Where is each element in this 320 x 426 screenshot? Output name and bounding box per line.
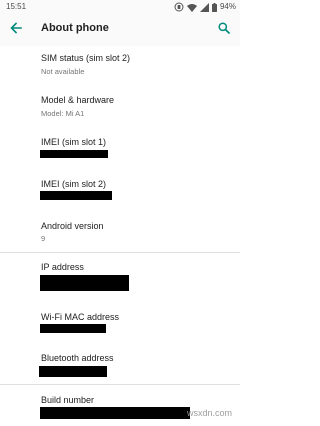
list-item-imei-slot-2[interactable]: IMEI (sim slot 2) [0,172,240,212]
model-hardware-summary: Model: Mi A1 [41,109,85,118]
status-time: 15:51 [6,2,27,11]
redacted-imei-slot-1 [40,150,108,158]
battery-percentage: 94% [219,2,236,11]
imei-slot-2-label: IMEI (sim slot 2) [41,179,107,189]
sim-status-label: SIM status (sim slot 2) [41,53,131,63]
wifi-icon [186,3,197,12]
redacted-build-number [40,407,190,419]
battery-icon [211,2,217,12]
list-item-bluetooth-address[interactable]: Bluetooth address [0,348,240,388]
list-item-imei-slot-1[interactable]: IMEI (sim slot 1) [0,130,240,170]
imei-slot-1-label: IMEI (sim slot 1) [41,137,107,147]
section-divider [0,384,240,385]
model-hardware-label: Model & hardware [41,95,115,105]
arrow-back-icon [10,21,22,39]
redacted-wifi-mac [40,324,106,333]
toolbar: About phone [0,14,240,46]
list-item-sim-status[interactable]: SIM status (sim slot 2) Not available [0,47,240,87]
page-title: About phone [41,22,109,34]
build-number-label: Build number [41,395,95,405]
search-icon [218,21,230,39]
wifi-mac-label: Wi-Fi MAC address [41,312,120,322]
bluetooth-address-label: Bluetooth address [41,353,114,363]
signal-icon [199,2,209,12]
ip-address-label: IP address [41,262,84,272]
android-version-summary: 9 [41,234,46,243]
section-divider [0,252,240,253]
list-item-model-hardware[interactable]: Model & hardware Model: Mi A1 [0,88,240,128]
redacted-ip-address [40,275,129,291]
android-version-label: Android version [41,221,104,231]
status-bar: 15:51 94% [0,0,240,14]
sim-status-summary: Not available [41,67,85,76]
vibrate-icon [174,2,184,12]
redacted-bluetooth-address [39,366,107,377]
status-icons: 94% [174,1,236,13]
list-item-wifi-mac[interactable]: Wi-Fi MAC address [0,306,240,346]
search-button[interactable] [214,20,234,40]
list-item-ip-address[interactable]: IP address [0,255,240,297]
watermark: wsxdn.com [186,408,232,418]
list-item-android-version[interactable]: Android version 9 [0,214,240,254]
redacted-imei-slot-2 [40,191,112,200]
back-button[interactable] [6,20,26,40]
